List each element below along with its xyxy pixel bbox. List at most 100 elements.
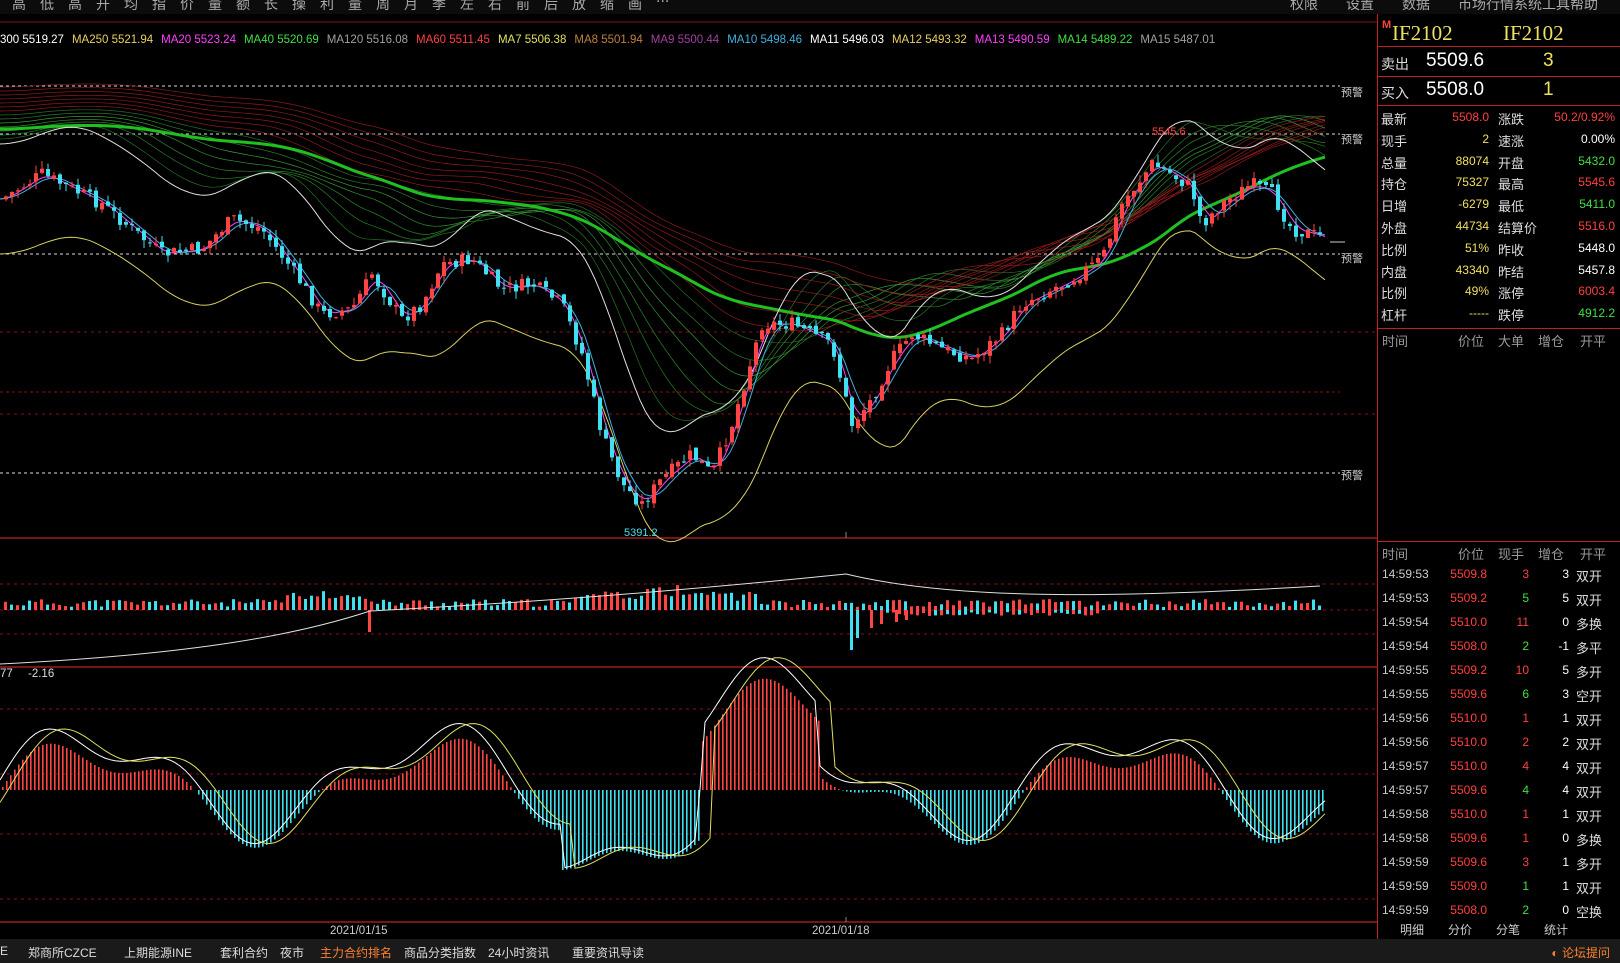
toolbar-menu-1[interactable]: 设置 xyxy=(1346,0,1374,14)
toolbar-item-12[interactable]: 量 xyxy=(348,0,362,14)
volume-bar xyxy=(4,601,7,610)
toolbar-item-2[interactable]: 高 xyxy=(68,0,82,14)
toolbar-menu-2[interactable]: 数据 xyxy=(1402,0,1430,14)
volume-bar xyxy=(880,606,883,610)
quote-tab-1[interactable]: 分价 xyxy=(1448,921,1472,938)
toolbar-item-7[interactable]: 量 xyxy=(208,0,222,14)
macd-bar xyxy=(298,790,300,814)
macd-bar xyxy=(1282,790,1284,842)
status-tab-0[interactable]: E xyxy=(0,944,8,958)
quote-tab-2[interactable]: 分笔 xyxy=(1496,921,1520,938)
trade-row[interactable]: 14:59:57 5510.0 4 4 双开 xyxy=(1378,754,1620,778)
trade-row[interactable]: 14:59:55 5509.6 6 3 空开 xyxy=(1378,682,1620,706)
toolbar-item-18[interactable]: 前 xyxy=(516,0,530,14)
trade-row[interactable]: 14:59:56 5510.0 2 2 双开 xyxy=(1378,730,1620,754)
candle-body xyxy=(652,484,656,504)
status-tab-5[interactable]: 主力合约排名 xyxy=(320,944,392,961)
status-tab-2[interactable]: 上期能源INE xyxy=(124,944,192,961)
quote-tab-3[interactable]: 统计 xyxy=(1544,921,1568,938)
toolbar-item-19[interactable]: 后 xyxy=(544,0,558,14)
macd-bar xyxy=(1022,790,1024,793)
alert-label-3[interactable]: 预警 xyxy=(1340,250,1364,266)
sell-row[interactable]: 卖出 5509.6 3 xyxy=(1378,48,1620,77)
toolbar-item-17[interactable]: 右 xyxy=(488,0,502,14)
trade-volume: 6 xyxy=(1522,687,1529,701)
toolbar-item-11[interactable]: 利 xyxy=(320,0,334,14)
volume-bar-neg xyxy=(856,610,859,638)
ma-legend-item: MA8 5501.94 xyxy=(574,34,643,46)
macd-bar xyxy=(346,778,348,790)
status-tab-3[interactable]: 套利合约 xyxy=(220,944,268,961)
volume-bar xyxy=(238,601,241,610)
toolbar-item-21[interactable]: 缩 xyxy=(600,0,614,14)
trade-row[interactable]: 14:59:55 5509.2 10 5 多开 xyxy=(1378,658,1620,682)
alert-label-4[interactable]: 预警 xyxy=(1340,467,1364,483)
trade-row[interactable]: 14:59:57 5509.6 4 4 双开 xyxy=(1378,778,1620,802)
toolbar-item-13[interactable]: 周 xyxy=(376,0,390,14)
trade-row[interactable]: 14:59:59 5509.0 1 1 双开 xyxy=(1378,874,1620,898)
status-tab-6[interactable]: 商品分类指数 xyxy=(404,944,476,961)
trade-row[interactable]: 14:59:59 5508.0 2 0 空换 xyxy=(1378,898,1620,922)
trade-row[interactable]: 14:59:59 5509.6 3 1 多开 xyxy=(1378,850,1620,874)
volume-bar xyxy=(1078,600,1081,610)
trade-volume: 1 xyxy=(1522,711,1529,725)
toolbar-item-1[interactable]: 低 xyxy=(40,0,54,14)
status-tab-1[interactable]: 郑商所CZCE xyxy=(28,944,97,961)
macd-bar xyxy=(654,790,656,858)
stat-label: 跌停 xyxy=(1498,308,1525,324)
macd-bar xyxy=(1102,765,1104,790)
contract-code[interactable]: IF2102 xyxy=(1392,21,1453,46)
toolbar-item-9[interactable]: 长 xyxy=(264,0,278,14)
macd-bar xyxy=(974,790,976,845)
kline-chart-canvas[interactable] xyxy=(0,14,1377,939)
toolbar-item-16[interactable]: 左 xyxy=(460,0,474,14)
toolbar-item-0[interactable]: 高 xyxy=(12,0,26,14)
toolbar-item-4[interactable]: 均 xyxy=(124,0,138,14)
macd-bar xyxy=(1218,788,1220,790)
trade-row[interactable]: 14:59:53 5509.8 3 3 双开 xyxy=(1378,562,1620,586)
macd-bar xyxy=(98,767,100,790)
toolbar-item-3[interactable]: 开 xyxy=(96,0,110,14)
toolbar-item-5[interactable]: 指 xyxy=(152,0,166,14)
status-tab-4[interactable]: 夜市 xyxy=(280,944,304,961)
trade-row[interactable]: 14:59:54 5510.0 11 0 多换 xyxy=(1378,610,1620,634)
volume-bar xyxy=(850,602,853,610)
forum-help-link[interactable]: ◐ 论坛提问 xyxy=(1551,944,1610,961)
trade-row[interactable]: 14:59:58 5510.0 1 1 双开 xyxy=(1378,802,1620,826)
toolbar-menu-5[interactable]: 帮助 xyxy=(1570,0,1598,14)
candle-body xyxy=(1318,232,1322,235)
trade-row[interactable]: 14:59:58 5509.6 1 0 多换 xyxy=(1378,826,1620,850)
toolbar-item-20[interactable]: 放 xyxy=(572,0,586,14)
trade-row[interactable]: 14:59:56 5510.0 1 1 双开 xyxy=(1378,706,1620,730)
toolbar-menu-3[interactable]: 市场行情 xyxy=(1458,0,1514,14)
kline-chart-panel[interactable]: 300 5519.27 MA250 5521.94 MA20 5523.24 MA40… xyxy=(0,14,1377,939)
trade-type: 多开 xyxy=(1576,665,1603,680)
toolbar-item-8[interactable]: 额 xyxy=(236,0,250,14)
toolbar-item-6[interactable]: 价 xyxy=(180,0,194,14)
macd-bar xyxy=(126,772,128,790)
toolbar-item-15[interactable]: 季 xyxy=(432,0,446,14)
toolbar-menu-4[interactable]: 系统工具 xyxy=(1514,0,1570,14)
status-tab-7[interactable]: 24小时资讯 xyxy=(488,944,549,961)
alert-label-2[interactable]: 预警 xyxy=(1340,131,1364,147)
candle-body xyxy=(616,456,620,478)
quote-tab-0[interactable]: 明细 xyxy=(1400,921,1424,938)
toolbar-item-14[interactable]: 月 xyxy=(404,0,418,14)
trade-row[interactable]: 14:59:53 5509.2 5 5 双开 xyxy=(1378,586,1620,610)
toolbar-item-22[interactable]: 画 xyxy=(628,0,642,14)
toolbar-menu-0[interactable]: 权限 xyxy=(1290,0,1318,14)
macd-bar xyxy=(894,790,896,795)
volume-bar xyxy=(1144,599,1147,610)
candle-body xyxy=(64,182,68,184)
volume-bar xyxy=(886,600,889,610)
toolbar-item-10[interactable]: 操 xyxy=(292,0,306,14)
trade-time: 14:59:53 xyxy=(1382,567,1429,581)
buy-row[interactable]: 买入 5508.0 1 xyxy=(1378,77,1620,106)
macd-bar xyxy=(954,790,956,841)
trade-volume: 1 xyxy=(1522,879,1529,893)
trade-type: 空换 xyxy=(1576,905,1603,920)
alert-label-1[interactable]: 预警 xyxy=(1340,84,1364,100)
trade-row[interactable]: 14:59:54 5508.0 2 -1 多平 xyxy=(1378,634,1620,658)
status-tab-8[interactable]: 重要资讯导读 xyxy=(572,944,644,961)
toolbar-item-23[interactable]: ··· xyxy=(656,0,669,10)
